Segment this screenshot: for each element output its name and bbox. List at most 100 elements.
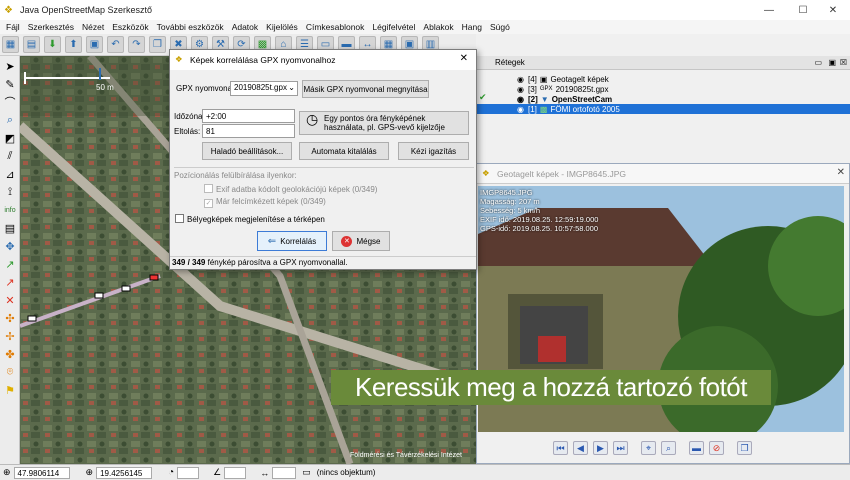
dialog-close-icon[interactable]: ✕ bbox=[460, 53, 468, 64]
upload-icon[interactable]: ⬆ bbox=[65, 36, 82, 53]
menu-view[interactable]: Nézet bbox=[78, 22, 108, 32]
status-text: fénykép párosítva a GPX nyomvonallal. bbox=[205, 258, 348, 267]
chevron-down-icon: ⌄ bbox=[288, 83, 295, 92]
layers-panel-title: Rétegek bbox=[495, 58, 525, 67]
layer-row[interactable]: ◉ [4] ▣ Geotagelt képek bbox=[477, 74, 850, 84]
menu-file[interactable]: Fájl bbox=[2, 22, 24, 32]
override-label: Pozícionálás felülbírálása ilyenkor: bbox=[174, 171, 297, 180]
stack-icon[interactable]: ▤ bbox=[2, 220, 18, 236]
last-photo-icon[interactable]: ⏭ bbox=[613, 441, 628, 455]
minimize-button[interactable]: — bbox=[752, 0, 786, 20]
layer-name: 20190825t.gpx bbox=[555, 84, 609, 94]
window-title: Java OpenStreetMap Szerkesztő bbox=[20, 5, 153, 15]
remove-icon[interactable]: ✕ bbox=[2, 292, 18, 308]
tree-tool-icon[interactable]: ⟟ bbox=[2, 184, 18, 200]
use-clock-photo-button[interactable]: ◷ Egy pontos óra fényképének használata,… bbox=[299, 111, 469, 135]
gpx-track-select[interactable]: 20190825t.gpx ⌄ bbox=[230, 81, 298, 96]
layer-row-selected[interactable]: ◉ [1] ▩ FÖMI ortofotó 2005 bbox=[477, 104, 850, 114]
arrow-left-icon: ⇐ bbox=[267, 235, 277, 247]
angle-icon: ∠ bbox=[213, 467, 222, 477]
open-file-icon[interactable]: ▤ bbox=[23, 36, 40, 53]
new-layer-icon[interactable]: ▦ bbox=[2, 36, 19, 53]
photo-window-close-icon[interactable]: ✕ bbox=[837, 167, 845, 178]
panel-detach-icon[interactable]: ▣ bbox=[828, 58, 836, 67]
menu-data[interactable]: Adatok bbox=[228, 22, 262, 32]
select-tool-icon[interactable]: ➤ bbox=[2, 58, 18, 74]
copy-icon[interactable]: ❐ bbox=[149, 36, 166, 53]
lasso-icon[interactable]: ⌒ bbox=[2, 94, 18, 110]
paint-tool-icon[interactable]: ◩ bbox=[2, 130, 18, 146]
save-icon[interactable]: ▣ bbox=[86, 36, 103, 53]
previous-photo-icon[interactable]: ◀ bbox=[573, 441, 588, 455]
photo-window-header: Geotagelt képek - IMGP8645.JPG ❖ ✕ bbox=[477, 164, 849, 184]
move-icon[interactable]: ✥ bbox=[2, 238, 18, 254]
flag-icon[interactable]: ⚑ bbox=[2, 382, 18, 398]
menu-imagery[interactable]: Légifelvétel bbox=[368, 22, 419, 32]
photo-info-overlay: IMGP8645.JPG Magasság: 207 m Sebesség: 5… bbox=[480, 188, 598, 233]
eye-icon[interactable]: ◉ bbox=[517, 105, 524, 114]
menu-edit[interactable]: Szerkesztés bbox=[24, 22, 78, 32]
gpx-track-label: GPX nyomvonal bbox=[176, 84, 234, 93]
josm-logo-icon: ❖ bbox=[4, 5, 13, 16]
heading-icon: ◔ bbox=[168, 467, 175, 478]
copy-photo-icon[interactable]: ❐ bbox=[737, 441, 752, 455]
offset-input[interactable] bbox=[202, 124, 295, 138]
first-photo-icon[interactable]: ⏮ bbox=[553, 441, 568, 455]
zoom-tool-icon[interactable]: ⌕ bbox=[2, 112, 18, 128]
checkbox-icon bbox=[175, 214, 184, 223]
photo-window-title: Geotagelt képek - IMGP8645.JPG bbox=[497, 168, 626, 179]
align-icon[interactable]: ✣ bbox=[2, 310, 18, 326]
menu-audio[interactable]: Hang bbox=[458, 22, 486, 32]
menu-more-tools[interactable]: További eszközök bbox=[153, 22, 228, 32]
show-thumbnails-checkbox[interactable]: Bélyegképek megjelenítése a térképen bbox=[175, 214, 325, 224]
eye-icon[interactable]: ◉ bbox=[517, 95, 524, 104]
advanced-settings-button[interactable]: Haladó beállítások... bbox=[202, 142, 292, 160]
remove-photo-icon[interactable]: ⊘ bbox=[709, 441, 724, 455]
redo-icon[interactable]: ↷ bbox=[128, 36, 145, 53]
parallel-tool-icon[interactable]: ⫽ bbox=[2, 148, 18, 164]
cancel-label: Mégse bbox=[356, 236, 381, 246]
center-view-icon[interactable]: ⌖ bbox=[641, 441, 656, 455]
layer-row[interactable]: ◉ [3] GPX 20190825t.gpx bbox=[477, 84, 850, 94]
zoom-photo-icon[interactable]: ⌕ bbox=[661, 441, 676, 455]
next-photo-icon[interactable]: ▶ bbox=[593, 441, 608, 455]
split-icon[interactable]: ✢ bbox=[2, 328, 18, 344]
maximize-button[interactable]: ☐ bbox=[786, 0, 820, 20]
menu-tools[interactable]: Eszközök bbox=[108, 22, 152, 32]
layer-row[interactable]: ◉ [2] ▼ OpenStreetCam bbox=[477, 94, 850, 104]
menu-presets[interactable]: Címkesablonok bbox=[302, 22, 369, 32]
draw-tool-icon[interactable]: ✎ bbox=[2, 76, 18, 92]
info-icon[interactable]: info bbox=[2, 202, 18, 218]
auto-guess-button[interactable]: Automata kitalálás bbox=[299, 142, 389, 160]
panel-minimize-icon[interactable]: ▭ bbox=[814, 58, 822, 67]
angle-field bbox=[224, 466, 247, 479]
arrow-up-right-red-icon[interactable]: ↗ bbox=[2, 274, 18, 290]
panel-close-icon[interactable]: ☒ bbox=[840, 58, 847, 67]
exif-override-checkbox: Exif adatba kódolt geolokációjú képek (0… bbox=[204, 184, 377, 194]
menu-help[interactable]: Súgó bbox=[486, 22, 514, 32]
circle-icon[interactable]: ⌾ bbox=[2, 364, 18, 380]
undo-icon[interactable]: ↶ bbox=[107, 36, 124, 53]
close-button[interactable]: ✕ bbox=[816, 0, 850, 20]
photo-altitude: Magasság: 207 m bbox=[480, 197, 540, 206]
download-icon[interactable]: ⬇ bbox=[44, 36, 61, 53]
photo-filename: IMGP8645.JPG bbox=[480, 188, 533, 197]
eye-icon[interactable]: ◉ bbox=[517, 85, 524, 94]
menu-windows[interactable]: Ablakok bbox=[419, 22, 457, 32]
manual-adjust-button[interactable]: Kézi igazítás bbox=[398, 142, 469, 160]
distance-field bbox=[272, 466, 297, 479]
open-other-gpx-button[interactable]: Másik GPX nyomvonal megnyitása bbox=[302, 80, 429, 98]
delete-photo-icon[interactable]: ▬ bbox=[689, 441, 704, 455]
menu-selection[interactable]: Kijelölés bbox=[262, 22, 302, 32]
node-icon[interactable]: ✤ bbox=[2, 346, 18, 362]
photo-navigation: ⏮ ◀ ▶ ⏭ ⌖ ⌕ ▬ ⊘ ❐ bbox=[553, 441, 752, 455]
cancel-button[interactable]: ✕ Mégse bbox=[332, 231, 390, 251]
layer-name: OpenStreetCam bbox=[551, 94, 613, 104]
dialog-status-bar: 349 / 349 fénykép párosítva a GPX nyomvo… bbox=[170, 256, 476, 269]
active-layer-check-icon: ✔ bbox=[479, 92, 487, 102]
measure-tool-icon[interactable]: ⊿ bbox=[2, 166, 18, 182]
eye-icon[interactable]: ◉ bbox=[517, 75, 524, 84]
arrow-up-right-green-icon[interactable]: ↗ bbox=[2, 256, 18, 272]
timezone-input[interactable] bbox=[202, 109, 295, 123]
correlate-button[interactable]: ⇐ Korrelálás bbox=[257, 231, 327, 251]
